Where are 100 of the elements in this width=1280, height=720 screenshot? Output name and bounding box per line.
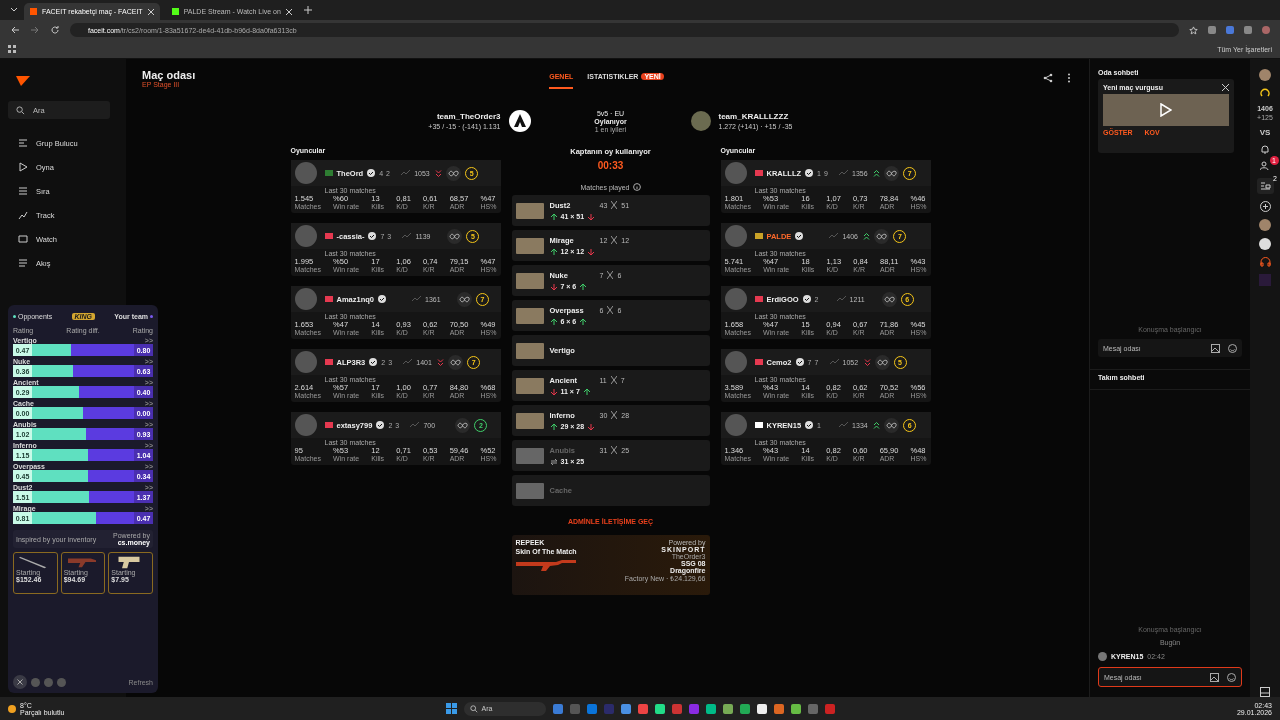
apps-icon[interactable]: [8, 45, 16, 53]
new-tab-icon[interactable]: [303, 6, 312, 14]
star-icon[interactable]: [1189, 25, 1198, 35]
bell-icon[interactable]: [1260, 144, 1270, 154]
infinity-icon: [874, 354, 890, 370]
app-icon[interactable]: [790, 703, 801, 714]
close-icon[interactable]: [1222, 84, 1229, 91]
share-icon[interactable]: [1043, 73, 1053, 83]
swords-icon: [611, 411, 618, 419]
app-icon[interactable]: [722, 703, 733, 714]
user-avatar: [1098, 652, 1107, 661]
swords-icon: [610, 376, 617, 384]
player-avatar: [294, 414, 317, 436]
forward-icon[interactable]: [30, 25, 40, 35]
trend-line-icon: [839, 170, 849, 176]
search-icon: [16, 105, 25, 115]
list-icon: [18, 186, 28, 196]
trend-line-icon: [829, 233, 839, 239]
vs-label[interactable]: VS: [1259, 128, 1271, 137]
level-gauge-icon: [1260, 88, 1270, 98]
infinity-icon: [881, 291, 897, 307]
infinity-icon: [446, 165, 462, 181]
trend-line-icon: [403, 359, 413, 365]
list-icon: [18, 258, 28, 268]
verified-icon: [368, 232, 377, 240]
profile-icon[interactable]: [1262, 26, 1270, 34]
tab-list-icon[interactable]: [10, 7, 18, 13]
weather-icon[interactable]: [8, 704, 16, 713]
map-thumbnail: [515, 482, 544, 499]
back-icon[interactable]: [10, 25, 20, 35]
trend-line-icon: [401, 170, 411, 176]
reload-icon[interactable]: [50, 25, 60, 35]
chart-icon: [18, 210, 28, 220]
trend-line-icon: [829, 359, 839, 365]
verified-icon: [369, 358, 378, 366]
close-button[interactable]: [13, 675, 27, 689]
infinity-icon: [447, 228, 463, 244]
player-avatar: [724, 162, 747, 184]
play-icon: [1160, 103, 1172, 117]
verified-icon: [805, 421, 814, 429]
infinity-icon: [457, 291, 472, 307]
map-thumbnail: [515, 412, 544, 429]
verified-icon: [805, 169, 814, 177]
app-icon[interactable]: [654, 703, 665, 714]
player-avatar: [724, 351, 747, 373]
close-icon[interactable]: [147, 8, 154, 15]
rifle-icon: [515, 557, 576, 571]
info-icon[interactable]: [632, 183, 641, 191]
page-title: Maç odası: [142, 69, 197, 81]
app-icon[interactable]: [756, 703, 767, 714]
friends-icon[interactable]: [1259, 161, 1271, 171]
map-thumbnail: [515, 237, 544, 254]
swords-icon: [607, 271, 614, 279]
close-icon[interactable]: [285, 8, 292, 15]
map-thumbnail: [515, 447, 544, 464]
emoji-icon[interactable]: [1228, 343, 1237, 353]
map-thumbnail: [515, 342, 544, 359]
trend-line-icon: [410, 422, 420, 428]
verified-icon: [795, 358, 804, 366]
app-icon[interactable]: [705, 703, 716, 714]
image-icon[interactable]: [1211, 343, 1220, 353]
trend-line-icon: [836, 296, 846, 302]
infinity-icon: [884, 165, 900, 181]
emoji-icon[interactable]: [1227, 672, 1236, 682]
logo-icon[interactable]: [16, 75, 30, 87]
map-thumbnail: [515, 272, 544, 289]
play-icon: [18, 162, 28, 172]
favicon-icon: [30, 8, 37, 15]
image-icon[interactable]: [1210, 672, 1219, 682]
verified-icon: [795, 232, 804, 240]
team-avatar-icon: [508, 110, 531, 132]
player-avatar: [294, 162, 317, 184]
map-thumbnail: [515, 202, 544, 219]
tv-icon: [18, 234, 28, 244]
infinity-icon: [448, 354, 464, 370]
search-icon: [469, 704, 478, 713]
team-name[interactable]: team_KRALLLZZZ: [718, 112, 793, 121]
favicon-icon: [171, 8, 179, 15]
map-thumbnail: [515, 307, 544, 324]
more-icon[interactable]: [1067, 73, 1071, 83]
add-icon[interactable]: [1259, 201, 1271, 212]
infinity-icon: [884, 417, 900, 433]
status-dot: [13, 314, 16, 318]
infinity-icon: [455, 417, 471, 433]
swords-icon: [611, 236, 618, 244]
map-thumbnail: [515, 377, 544, 394]
swords-icon: [607, 306, 614, 314]
trend-line-icon: [839, 422, 849, 428]
swords-icon: [611, 446, 618, 454]
trend-line-icon: [402, 233, 412, 239]
infinity-icon: [874, 228, 890, 244]
team-name[interactable]: team_TheOrder3: [436, 112, 501, 121]
player-avatar: [294, 225, 317, 247]
verified-icon: [367, 169, 376, 177]
headset-icon[interactable]: [1259, 257, 1271, 267]
start-icon[interactable]: [445, 703, 457, 714]
panel-icon[interactable]: [1260, 687, 1270, 697]
user-avatar[interactable]: [1259, 238, 1271, 250]
trend-line-icon: [412, 296, 421, 302]
player-avatar: [294, 288, 317, 310]
